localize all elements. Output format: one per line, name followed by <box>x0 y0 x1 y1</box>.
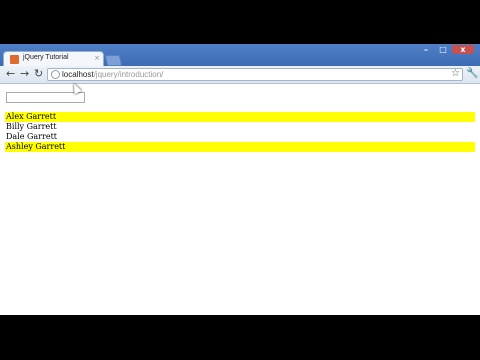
wrench-icon[interactable]: 🔧 <box>466 68 478 79</box>
minimize-button[interactable]: – <box>418 45 434 54</box>
name-list: Alex Garrett Billy Garrett Dale Garrett … <box>5 112 475 152</box>
url-path: /jquery/introduction/ <box>93 70 164 79</box>
close-window-button[interactable]: x <box>452 45 474 54</box>
title-bar: jQuery Tutorial × – □ x <box>0 44 480 66</box>
tab-jquery-tutorial[interactable]: jQuery Tutorial × <box>3 51 104 66</box>
maximize-button[interactable]: □ <box>435 45 451 54</box>
list-item: Alex Garrett <box>5 112 475 122</box>
reload-button[interactable]: ↻ <box>34 68 43 80</box>
bookmark-star-icon[interactable]: ☆ <box>451 68 460 79</box>
forward-button[interactable]: → <box>20 68 29 80</box>
list-item: Billy Garrett <box>6 122 57 131</box>
new-tab-button[interactable] <box>104 55 123 66</box>
list-item: Ashley Garrett <box>5 142 475 152</box>
url-text[interactable]: localhost/jquery/introduction/ <box>62 69 163 80</box>
url-host: localhost <box>62 70 94 79</box>
favicon-icon <box>10 55 19 64</box>
globe-icon <box>51 70 60 79</box>
tab-close-icon[interactable]: × <box>94 54 100 62</box>
tab-title: jQuery Tutorial <box>23 54 69 61</box>
page-content: Alex Garrett Billy Garrett Dale Garrett … <box>0 84 480 315</box>
search-input[interactable] <box>6 92 85 103</box>
browser-toolbar: ← → ↻ localhost/jquery/introduction/ ☆ 🔧 <box>0 66 480 84</box>
address-bar[interactable]: localhost/jquery/introduction/ ☆ <box>47 68 463 81</box>
window-controls: – □ x <box>418 45 474 54</box>
back-button[interactable]: ← <box>6 68 15 80</box>
list-item: Dale Garrett <box>6 132 57 141</box>
